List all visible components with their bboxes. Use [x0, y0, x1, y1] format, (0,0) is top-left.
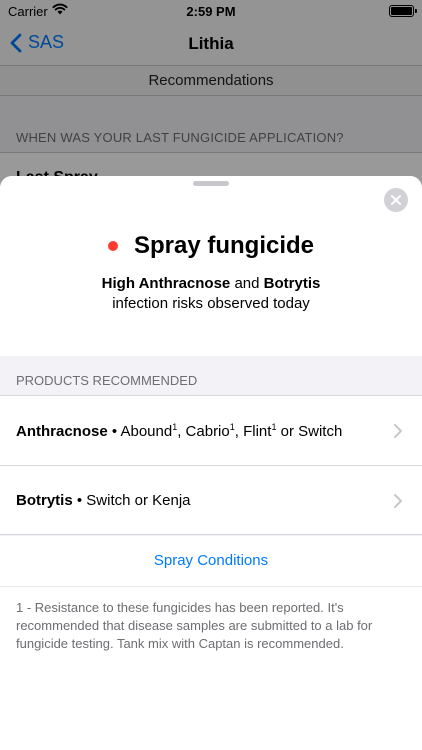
disease-anthracnose: Anthracnose	[16, 423, 108, 440]
disease-botrytis: Botrytis	[16, 492, 73, 509]
product-cabrio: Cabrio	[185, 423, 230, 440]
recommendation-headline: Spray fungicide	[133, 232, 315, 259]
risk-anthracnose: High Anthracnose	[101, 275, 231, 292]
product-abound: Abound	[120, 423, 173, 440]
footnote-marker: 1	[271, 422, 277, 432]
bullet-separator: •	[111, 423, 118, 440]
resistance-footnote: 1 - Resistance to these fungicides has b…	[0, 586, 422, 750]
product-switch: or Switch	[280, 423, 343, 440]
risk-summary-detail: infection risks observed today	[112, 295, 310, 312]
risk-and: and	[234, 275, 260, 292]
close-button[interactable]	[384, 188, 408, 212]
chevron-right-icon	[394, 424, 402, 438]
bullet-separator: •	[76, 492, 83, 509]
recommendation-sheet: Spray fungicide High Anthracnose and Bot…	[0, 176, 422, 750]
product-list-botrytis: Switch or Kenja	[86, 492, 191, 509]
comma: ,	[234, 423, 239, 440]
product-row-botrytis[interactable]: Botrytis • Switch or Kenja	[0, 465, 422, 535]
comma: ,	[177, 423, 182, 440]
sheet-grabber[interactable]	[193, 181, 229, 186]
alert-dot-icon	[107, 241, 118, 251]
spray-conditions-button[interactable]: Spray Conditions	[0, 536, 422, 586]
close-icon	[391, 195, 401, 205]
recommendation-status: Spray fungicide	[0, 232, 422, 260]
chevron-right-icon	[394, 494, 402, 508]
product-row-anthracnose[interactable]: Anthracnose • Abound1, Cabrio1, Flint1 o…	[0, 395, 422, 465]
sheet-summary: Spray fungicide High Anthracnose and Bot…	[0, 176, 422, 356]
risk-summary: High Anthracnose and Botrytis	[0, 275, 422, 292]
product-text-anthracnose: Anthracnose • Abound1, Cabrio1, Flint1 o…	[16, 422, 342, 440]
risk-botrytis: Botrytis	[263, 275, 321, 292]
product-text-botrytis: Botrytis • Switch or Kenja	[16, 492, 191, 509]
product-flint: Flint	[243, 423, 272, 440]
products-header: PRODUCTS RECOMMENDED	[16, 373, 198, 388]
